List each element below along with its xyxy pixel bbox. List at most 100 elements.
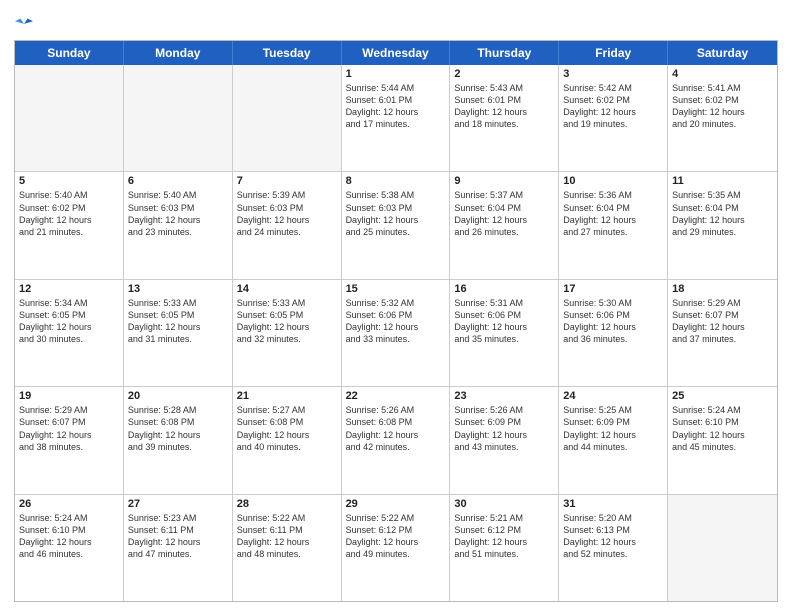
weekday-header-tuesday: Tuesday [233,41,342,65]
day-number: 27 [128,498,228,510]
day-number: 11 [672,175,773,187]
day-info: Sunrise: 5:40 AM Sunset: 6:03 PM Dayligh… [128,189,228,238]
day-cell-1: 1 Sunrise: 5:44 AM Sunset: 6:01 PM Daylig… [342,65,451,171]
day-cell-22: 22 Sunrise: 5:26 AM Sunset: 6:08 PM Dayli… [342,387,451,493]
calendar-body: 1 Sunrise: 5:44 AM Sunset: 6:01 PM Daylig… [15,65,777,601]
day-cell-27: 27 Sunrise: 5:23 AM Sunset: 6:11 PM Dayli… [124,495,233,601]
day-cell-14: 14Sunrise: 5:33 AM Sunset: 6:05 PM Dayli… [233,280,342,386]
day-info: Sunrise: 5:34 AM Sunset: 6:05 PM Dayligh… [19,297,119,346]
page: SundayMondayTuesdayWednesdayThursdayFrid… [0,0,792,612]
logo-bird-icon [15,14,33,32]
day-number: 23 [454,390,554,402]
day-cell-12: 12 Sunrise: 5:34 AM Sunset: 6:05 PM Dayli… [15,280,124,386]
weekday-header-friday: Friday [559,41,668,65]
day-cell-30: 30 Sunrise: 5:21 AM Sunset: 6:12 PM Dayli… [450,495,559,601]
day-info: Sunrise: 5:37 AM Sunset: 6:04 PM Dayligh… [454,189,554,238]
day-cell-4: 4 Sunrise: 5:41 AM Sunset: 6:02 PM Daylig… [668,65,777,171]
day-cell-19: 19 Sunrise: 5:29 AM Sunset: 6:07 PM Dayli… [15,387,124,493]
weekday-header-saturday: Saturday [668,41,777,65]
empty-cell-r0c2 [233,65,342,171]
day-number: 12 [19,283,119,295]
day-info: Sunrise: 5:32 AM Sunset: 6:06 PM Dayligh… [346,297,446,346]
calendar-row-1: 5 Sunrise: 5:40 AM Sunset: 6:02 PM Daylig… [15,172,777,279]
day-info: Sunrise: 5:29 AM Sunset: 6:07 PM Dayligh… [672,297,773,346]
day-cell-29: 29 Sunrise: 5:22 AM Sunset: 6:12 PM Dayli… [342,495,451,601]
day-cell-7: 7Sunrise: 5:39 AM Sunset: 6:03 PM Daylig… [233,172,342,278]
day-info: Sunrise: 5:24 AM Sunset: 6:10 PM Dayligh… [672,404,773,453]
calendar-row-0: 1 Sunrise: 5:44 AM Sunset: 6:01 PM Daylig… [15,65,777,172]
day-number: 2 [454,68,554,80]
day-number: 15 [346,283,446,295]
day-number: 28 [237,498,337,510]
day-number: 22 [346,390,446,402]
day-info: Sunrise: 5:31 AM Sunset: 6:06 PM Dayligh… [454,297,554,346]
day-info: Sunrise: 5:23 AM Sunset: 6:11 PM Dayligh… [128,512,228,561]
day-info: Sunrise: 5:33 AM Sunset: 6:05 PM Dayligh… [128,297,228,346]
day-cell-28: 28 Sunrise: 5:22 AM Sunset: 6:11 PM Dayli… [233,495,342,601]
day-number: 5 [19,175,119,187]
day-number: 8 [346,175,446,187]
day-info: Sunrise: 5:29 AM Sunset: 6:07 PM Dayligh… [19,404,119,453]
day-info: Sunrise: 5:28 AM Sunset: 6:08 PM Dayligh… [128,404,228,453]
day-number: 19 [19,390,119,402]
day-number: 6 [128,175,228,187]
day-cell-25: 25 Sunrise: 5:24 AM Sunset: 6:10 PM Dayli… [668,387,777,493]
day-info: Sunrise: 5:26 AM Sunset: 6:09 PM Dayligh… [454,404,554,453]
day-cell-11: 11 Sunrise: 5:35 AM Sunset: 6:04 PM Dayli… [668,172,777,278]
day-info: Sunrise: 5:36 AM Sunset: 6:04 PM Dayligh… [563,189,663,238]
weekday-header-wednesday: Wednesday [342,41,451,65]
day-cell-17: 17 Sunrise: 5:30 AM Sunset: 6:06 PM Dayli… [559,280,668,386]
empty-cell-r4c6 [668,495,777,601]
day-info: Sunrise: 5:41 AM Sunset: 6:02 PM Dayligh… [672,82,773,131]
day-info: Sunrise: 5:35 AM Sunset: 6:04 PM Dayligh… [672,189,773,238]
day-cell-24: 24Sunrise: 5:25 AM Sunset: 6:09 PM Dayli… [559,387,668,493]
day-cell-6: 6 Sunrise: 5:40 AM Sunset: 6:03 PM Daylig… [124,172,233,278]
day-info: Sunrise: 5:27 AM Sunset: 6:08 PM Dayligh… [237,404,337,453]
day-info: Sunrise: 5:30 AM Sunset: 6:06 PM Dayligh… [563,297,663,346]
weekday-header-sunday: Sunday [15,41,124,65]
day-info: Sunrise: 5:39 AM Sunset: 6:03 PM Dayligh… [237,189,337,238]
day-number: 17 [563,283,663,295]
day-cell-26: 26Sunrise: 5:24 AM Sunset: 6:10 PM Dayli… [15,495,124,601]
day-number: 4 [672,68,773,80]
logo [14,14,33,32]
empty-cell-r0c0 [15,65,124,171]
day-number: 1 [346,68,446,80]
day-info: Sunrise: 5:40 AM Sunset: 6:02 PM Dayligh… [19,189,119,238]
day-number: 13 [128,283,228,295]
day-cell-13: 13 Sunrise: 5:33 AM Sunset: 6:05 PM Dayli… [124,280,233,386]
day-cell-20: 20 Sunrise: 5:28 AM Sunset: 6:08 PM Dayli… [124,387,233,493]
day-number: 29 [346,498,446,510]
day-number: 18 [672,283,773,295]
day-cell-3: 3 Sunrise: 5:42 AM Sunset: 6:02 PM Daylig… [559,65,668,171]
day-info: Sunrise: 5:22 AM Sunset: 6:12 PM Dayligh… [346,512,446,561]
day-number: 30 [454,498,554,510]
day-number: 3 [563,68,663,80]
day-cell-5: 5 Sunrise: 5:40 AM Sunset: 6:02 PM Daylig… [15,172,124,278]
day-cell-31: 31 Sunrise: 5:20 AM Sunset: 6:13 PM Dayli… [559,495,668,601]
day-cell-21: 21 Sunrise: 5:27 AM Sunset: 6:08 PM Dayli… [233,387,342,493]
day-info: Sunrise: 5:42 AM Sunset: 6:02 PM Dayligh… [563,82,663,131]
day-info: Sunrise: 5:44 AM Sunset: 6:01 PM Dayligh… [346,82,446,131]
day-cell-18: 18 Sunrise: 5:29 AM Sunset: 6:07 PM Dayli… [668,280,777,386]
day-info: Sunrise: 5:21 AM Sunset: 6:12 PM Dayligh… [454,512,554,561]
calendar-header: SundayMondayTuesdayWednesdayThursdayFrid… [15,41,777,65]
day-info: Sunrise: 5:24 AM Sunset: 6:10 PM Dayligh… [19,512,119,561]
day-info: Sunrise: 5:38 AM Sunset: 6:03 PM Dayligh… [346,189,446,238]
day-number: 14 [237,283,337,295]
weekday-header-monday: Monday [124,41,233,65]
day-number: 31 [563,498,663,510]
day-cell-8: 8 Sunrise: 5:38 AM Sunset: 6:03 PM Daylig… [342,172,451,278]
day-number: 21 [237,390,337,402]
day-info: Sunrise: 5:22 AM Sunset: 6:11 PM Dayligh… [237,512,337,561]
day-number: 9 [454,175,554,187]
day-cell-15: 15 Sunrise: 5:32 AM Sunset: 6:06 PM Dayli… [342,280,451,386]
day-info: Sunrise: 5:25 AM Sunset: 6:09 PM Dayligh… [563,404,663,453]
day-info: Sunrise: 5:26 AM Sunset: 6:08 PM Dayligh… [346,404,446,453]
calendar: SundayMondayTuesdayWednesdayThursdayFrid… [14,40,778,602]
day-cell-16: 16Sunrise: 5:31 AM Sunset: 6:06 PM Dayli… [450,280,559,386]
calendar-row-4: 26Sunrise: 5:24 AM Sunset: 6:10 PM Dayli… [15,495,777,601]
day-info: Sunrise: 5:20 AM Sunset: 6:13 PM Dayligh… [563,512,663,561]
day-number: 20 [128,390,228,402]
day-number: 25 [672,390,773,402]
